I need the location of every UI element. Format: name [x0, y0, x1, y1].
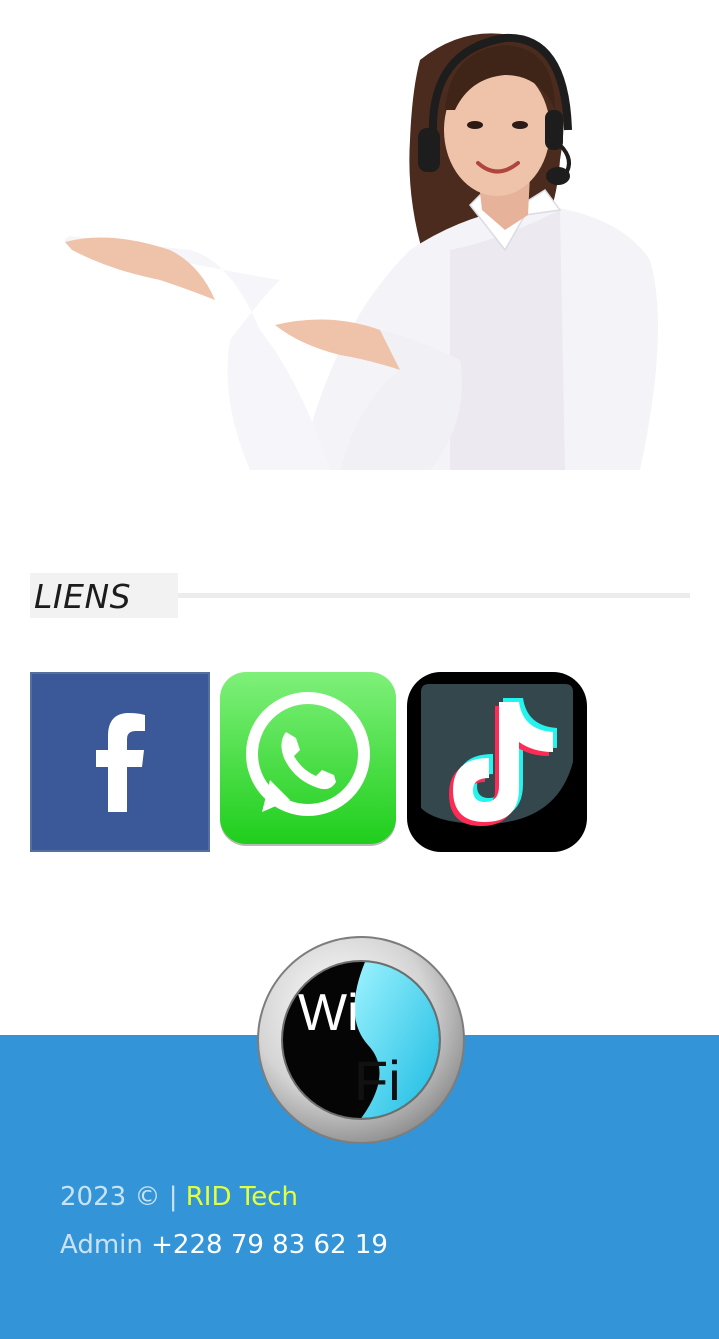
links-title-text: LIENS [34, 577, 132, 616]
admin-phone-link[interactable]: +228 79 83 62 19 [151, 1230, 388, 1260]
wifi-logo: Wi Fi [256, 935, 466, 1145]
admin-label: Admin [60, 1230, 143, 1260]
copyright-year: 2023 [60, 1182, 127, 1212]
whatsapp-link[interactable] [218, 672, 398, 852]
hero-image [0, 0, 719, 480]
tiktok-icon [407, 672, 587, 852]
brand-link[interactable]: RID Tech [186, 1182, 298, 1212]
whatsapp-icon [220, 672, 396, 846]
facebook-icon [30, 672, 210, 852]
copyright-separator: | [168, 1182, 178, 1212]
footer-copyright: 2023 © | RID Tech [60, 1181, 298, 1213]
copyright-symbol: © [134, 1182, 161, 1212]
links-section-title: LIENS [30, 573, 178, 618]
wifi-text-top: Wi [298, 984, 359, 1042]
facebook-link[interactable] [30, 672, 210, 852]
wifi-text-bottom: Fi [354, 1049, 401, 1112]
footer-admin: Admin +228 79 83 62 19 [60, 1229, 388, 1261]
section-divider [178, 593, 690, 598]
tiktok-link[interactable] [407, 672, 587, 852]
